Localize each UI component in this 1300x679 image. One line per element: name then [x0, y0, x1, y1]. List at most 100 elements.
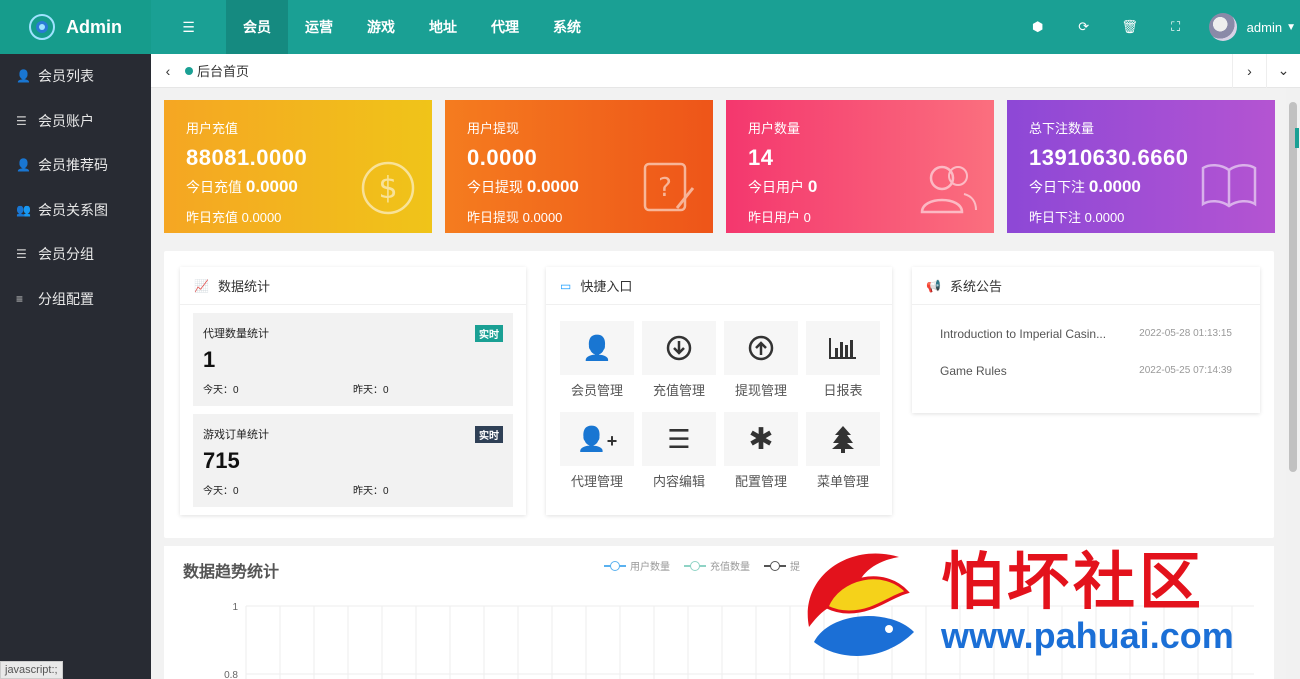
quick-config-manage[interactable]: ✱ 配置管理 — [724, 412, 798, 495]
sidebar-item-member-group[interactable]: ☰ 会员分组 — [0, 232, 151, 277]
notice-item[interactable]: Introduction to Imperial Casin... 2022-05… — [940, 315, 1232, 352]
user-plus-icon: 👤 — [16, 158, 31, 173]
nav-tab-agent[interactable]: 代理 — [474, 0, 536, 54]
clear-cache-button[interactable]: 🗑 — [1107, 19, 1153, 35]
user-menu[interactable]: admin ▼ — [1199, 13, 1300, 41]
refresh-icon: ⟳ — [1078, 19, 1090, 34]
stat-value: 715 — [203, 448, 240, 473]
user-icon: 👤 — [16, 69, 31, 84]
watermark-url: www.pahuai.com — [941, 615, 1234, 656]
card-title: 用户数量 — [748, 121, 801, 136]
card-total-bets: 总下注数量 13910630.6660 今日下注 0.0000 昨日下注 0.0… — [1007, 100, 1275, 233]
nav-tab-system[interactable]: 系统 — [536, 0, 598, 54]
list-icon: ☰ — [16, 247, 27, 262]
quick-daily-report[interactable]: 日报表 — [806, 321, 880, 404]
nav-tab-games[interactable]: 游戏 — [350, 0, 412, 54]
card-yesterday-label: 昨日提现 — [467, 210, 520, 225]
sidebar-item-label: 分组配置 — [38, 290, 94, 307]
tab-label: 后台首页 — [197, 64, 250, 79]
users-icon — [920, 165, 977, 214]
quick-member-manage[interactable]: 👤 会员管理 — [560, 321, 634, 404]
menu-toggle-button[interactable]: ☰ — [151, 0, 226, 54]
quick-recharge-manage[interactable]: 充值管理 — [642, 321, 716, 404]
notice-item[interactable]: Game Rules 2022-05-25 07:14:39 — [940, 352, 1232, 389]
sidebar-item-label: 会员账户 — [38, 112, 94, 129]
tabs-menu-button[interactable]: ⌄ — [1266, 53, 1300, 88]
svg-text:?: ? — [658, 173, 672, 203]
quick-agent-manage[interactable]: 👤+ 代理管理 — [560, 412, 634, 495]
status-badge: 实时 — [475, 325, 503, 342]
sidebar-item-group-config[interactable]: ≡ 分组配置 — [0, 277, 151, 322]
sidebar-item-member-list[interactable]: 👤 会员列表 — [0, 54, 151, 99]
card-yesterday-label: 昨日用户 — [748, 210, 801, 225]
nav-tab-operations[interactable]: 运营 — [288, 0, 350, 54]
avatar — [1208, 13, 1237, 41]
arrow-up-circle-icon — [748, 335, 774, 361]
stat-today: 今天：0 — [203, 385, 239, 396]
tab-home[interactable]: 后台首页 — [185, 61, 249, 80]
fullscreen-button[interactable]: ⛶ — [1153, 19, 1199, 35]
sidebar-item-label: 会员分组 — [38, 246, 94, 263]
users-icon: 👥 — [16, 202, 31, 217]
tree-icon — [832, 426, 854, 453]
tabs-scroll-right-button[interactable]: › — [1232, 53, 1266, 88]
watermark: 怕坏社区 www.pahuai.com — [789, 537, 1289, 667]
card-yesterday-value: 0.0000 — [1084, 210, 1125, 225]
card-today-label: 今日用户 — [748, 179, 804, 195]
nav-tab-member[interactable]: 会员 — [226, 0, 288, 54]
quick-menu-manage[interactable]: 菜单管理 — [806, 412, 880, 495]
quick-label: 会员管理 — [570, 383, 623, 398]
card-yesterday-label: 昨日充值 — [186, 210, 239, 225]
logo-icon — [29, 14, 55, 40]
dashboard-panels: 📈 数据统计 代理数量统计 实时 1 今天：0 昨天：0 游戏订单统计 实时 715… — [164, 251, 1274, 538]
cube-icon: ⬢ — [1031, 19, 1044, 34]
card-user-recharge: 用户充值 88081.0000 今日充值 0.0000 昨日充值 0.0000 … — [164, 100, 432, 233]
card-yesterday-value: 0.0000 — [241, 210, 282, 225]
bar-chart-icon — [829, 338, 856, 359]
stat-agent-count: 代理数量统计 实时 1 今天：0 昨天：0 — [193, 313, 513, 406]
chevron-down-icon: ⌄ — [1277, 62, 1290, 78]
quick-entry-panel: ▭ 快捷入口 👤 会员管理 充值管理 提现管理 日报表 👤+ 代理管理 ☰ 内容编辑 ✱… — [546, 267, 892, 515]
caret-down-icon: ▼ — [1286, 21, 1296, 33]
panel-title: 系统公告 — [949, 279, 1002, 294]
quick-withdraw-manage[interactable]: 提现管理 — [724, 321, 798, 404]
cube-button[interactable]: ⬢ — [1015, 19, 1061, 35]
scrollbar-thumb[interactable] — [1289, 102, 1297, 472]
app-logo[interactable]: Admin — [0, 0, 151, 54]
sidebar-item-referral-code[interactable]: 👤 会员推荐码 — [0, 143, 151, 188]
card-user-count: 用户数量 14 今日用户 0 昨日用户 0 — [726, 100, 994, 233]
book-icon — [1201, 164, 1257, 208]
card-yesterday-value: 0.0000 — [522, 210, 563, 225]
stat-yesterday: 昨天：0 — [353, 486, 389, 497]
align-icon: ≡ — [16, 291, 24, 306]
dollar-icon: $ — [361, 161, 415, 215]
refresh-button[interactable]: ⟳ — [1061, 19, 1107, 35]
fullscreen-icon: ⛶ — [1171, 19, 1181, 34]
stat-name: 代理数量统计 — [203, 328, 269, 340]
asterisk-icon: ✱ — [748, 422, 774, 456]
list-icon: ☰ — [182, 18, 195, 35]
notice-title: Introduction to Imperial Casin... — [940, 326, 1107, 341]
sidebar-item-label: 会员列表 — [38, 68, 94, 85]
card-today-value: 0.0000 — [1088, 177, 1141, 196]
card-title: 用户充值 — [186, 121, 239, 136]
card-today-value: 0.0000 — [526, 177, 579, 196]
user-plus-icon: 👤+ — [576, 425, 618, 453]
chevron-left-icon: ‹ — [165, 62, 171, 79]
tabs-scroll-left-button[interactable]: ‹ — [151, 54, 185, 88]
y-tick-label: 0.8 — [224, 670, 238, 679]
stat-value: 1 — [203, 347, 216, 372]
browser-status-bar: javascript:; — [0, 661, 63, 679]
quick-content-edit[interactable]: ☰ 内容编辑 — [642, 412, 716, 495]
sidebar-item-member-account[interactable]: ☰ 会员账户 — [0, 99, 151, 144]
card-title: 总下注数量 — [1029, 121, 1095, 136]
sidebar-item-relation-graph[interactable]: 👥 会员关系图 — [0, 188, 151, 233]
watermark-title: 怕坏社区 — [941, 545, 1206, 618]
status-badge: 实时 — [475, 426, 503, 443]
panel-title: 数据统计 — [217, 279, 270, 294]
sidebar-item-label: 会员关系图 — [38, 201, 108, 218]
stat-yesterday: 昨天：0 — [353, 385, 389, 396]
user-icon: 👤 — [582, 334, 612, 362]
notice-date: 2022-05-25 07:14:39 — [1139, 365, 1232, 376]
nav-tab-address[interactable]: 地址 — [412, 0, 474, 54]
